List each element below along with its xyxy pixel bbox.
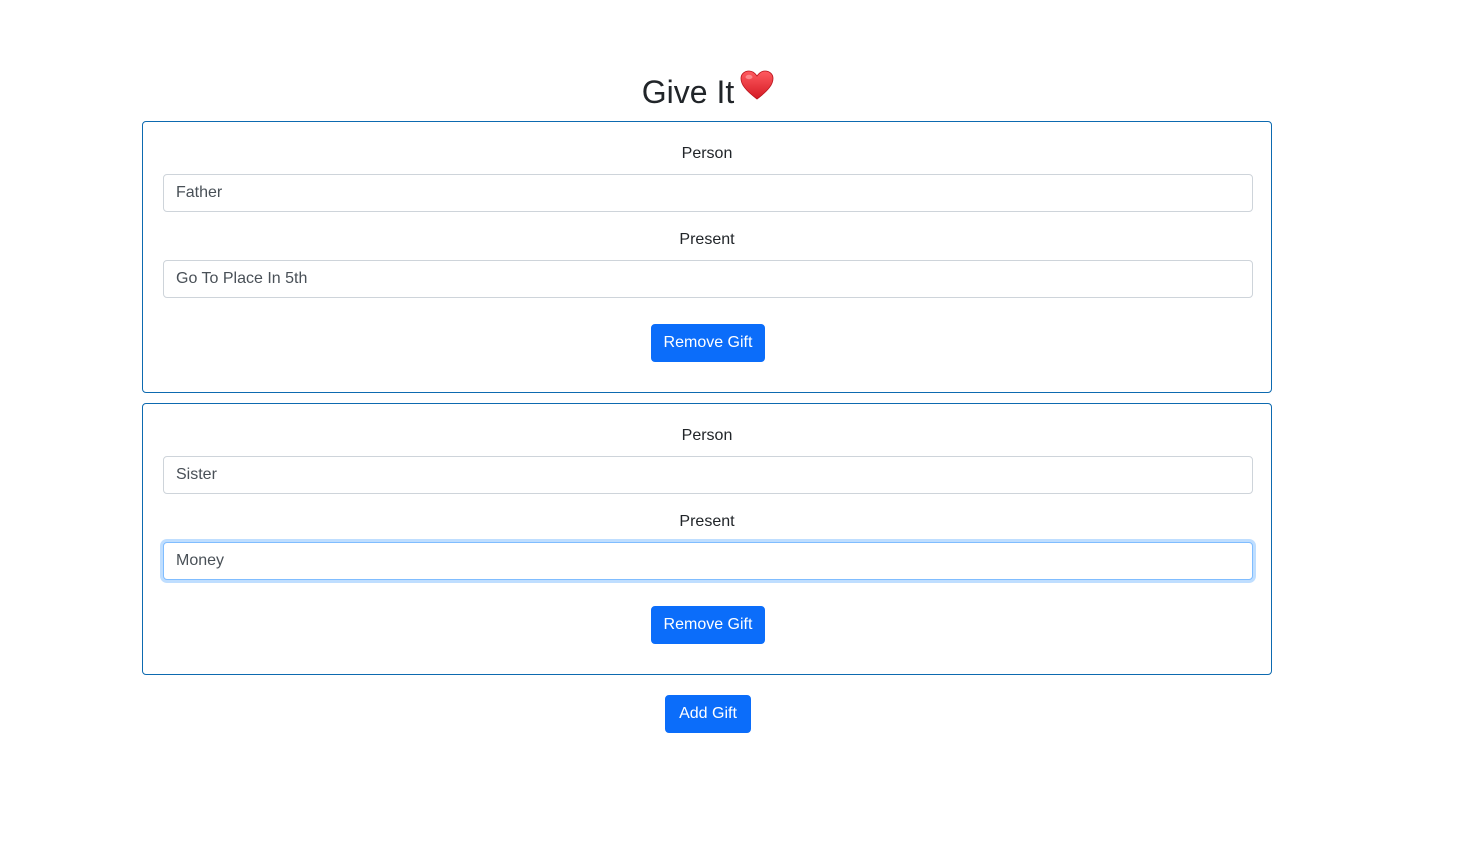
page-title: Give It	[0, 70, 1416, 117]
page: Give It Person Present Remove Gift Perso…	[0, 0, 1461, 843]
heart-icon	[740, 67, 774, 111]
present-input[interactable]	[163, 542, 1253, 580]
add-gift-button[interactable]: Add Gift	[665, 695, 751, 733]
person-input[interactable]	[163, 456, 1253, 494]
person-input[interactable]	[163, 174, 1253, 212]
present-label: Present	[679, 231, 735, 248]
person-label: Person	[681, 427, 733, 444]
remove-gift-button[interactable]: Remove Gift	[651, 324, 765, 362]
remove-gift-button[interactable]: Remove Gift	[651, 606, 765, 644]
present-input[interactable]	[163, 260, 1253, 298]
page-title-text: Give It	[641, 74, 735, 110]
gift-card: Person Present Remove Gift	[142, 121, 1272, 393]
person-label: Person	[681, 145, 733, 162]
present-label: Present	[679, 513, 735, 530]
gift-card: Person Present Remove Gift	[142, 403, 1272, 675]
